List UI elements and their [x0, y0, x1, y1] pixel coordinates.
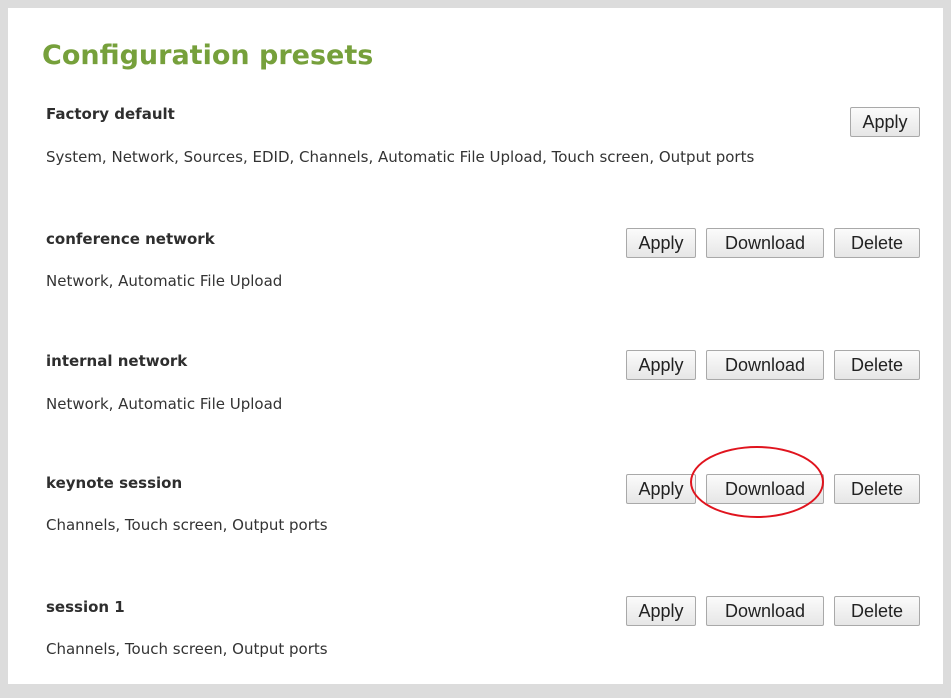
preset-name: session 1	[46, 598, 125, 616]
preset-name: keynote session	[46, 474, 183, 492]
preset-name: internal network	[46, 352, 188, 370]
configuration-presets-panel: Configuration presets Factory default Ap…	[8, 8, 943, 684]
apply-button[interactable]: Apply	[626, 474, 696, 504]
delete-button[interactable]: Delete	[834, 596, 920, 626]
preset-items: Network, Automatic File Upload	[46, 395, 283, 413]
preset-keynote-session: keynote session Apply Download Delete Ch…	[8, 474, 943, 574]
download-button[interactable]: Download	[706, 228, 824, 258]
download-button[interactable]: Download	[706, 596, 824, 626]
preset-name: Factory default	[46, 105, 175, 123]
download-button[interactable]: Download	[706, 474, 824, 504]
preset-session-1: session 1 Apply Download Delete Channels…	[8, 596, 943, 698]
preset-factory-default: Factory default Apply System, Network, S…	[8, 104, 943, 204]
preset-items: Channels, Touch screen, Output ports	[46, 516, 328, 534]
delete-button[interactable]: Delete	[834, 350, 920, 380]
page-title: Configuration presets	[42, 40, 374, 71]
preset-internal-network: internal network Apply Download Delete N…	[8, 350, 943, 452]
apply-button[interactable]: Apply	[626, 596, 696, 626]
preset-conference-network: conference network Apply Download Delete…	[8, 228, 943, 330]
preset-items: System, Network, Sources, EDID, Channels…	[46, 148, 755, 166]
preset-items: Channels, Touch screen, Output ports	[46, 640, 328, 658]
delete-button[interactable]: Delete	[834, 228, 920, 258]
delete-button[interactable]: Delete	[834, 474, 920, 504]
download-button[interactable]: Download	[706, 350, 824, 380]
apply-button[interactable]: Apply	[626, 228, 696, 258]
apply-button[interactable]: Apply	[850, 107, 920, 137]
apply-button[interactable]: Apply	[626, 350, 696, 380]
preset-name: conference network	[46, 230, 215, 248]
preset-items: Network, Automatic File Upload	[46, 272, 283, 290]
